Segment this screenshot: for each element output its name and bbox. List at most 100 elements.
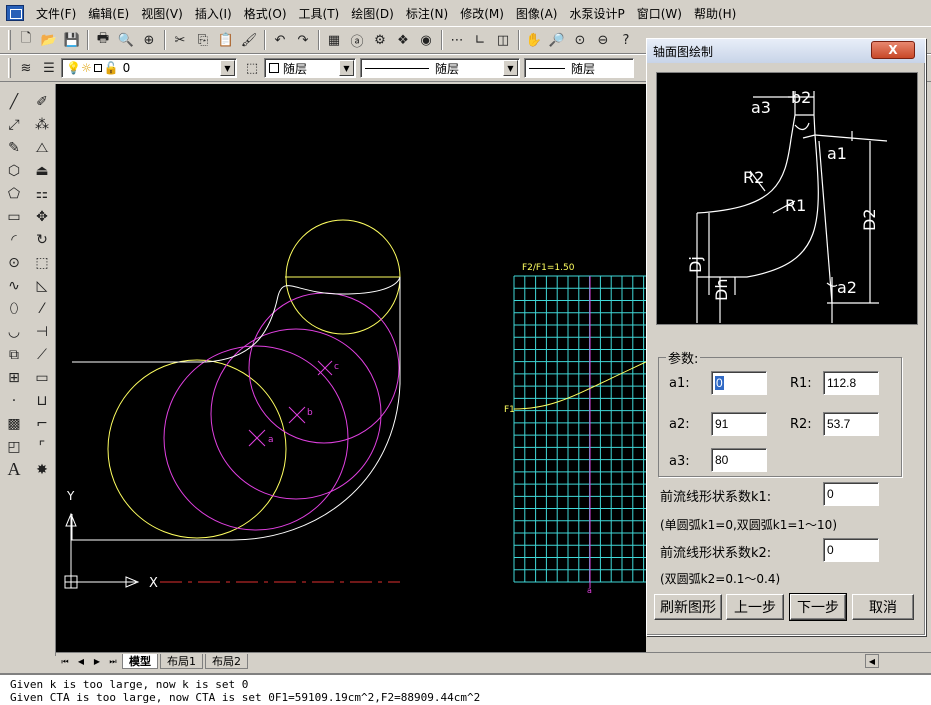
ucs-icon[interactable]: ∟ (469, 29, 491, 51)
cancel-button[interactable]: 取消 (852, 594, 914, 620)
copy-icon[interactable]: ⎘ (192, 29, 214, 51)
tab-layout1[interactable]: 布局1 (160, 654, 203, 669)
copy-object-icon[interactable]: ⁂ (28, 113, 56, 136)
make-current-layer-icon[interactable]: ⬚ (241, 57, 263, 79)
zoom-previous-icon[interactable]: ⊖ (592, 29, 614, 51)
offset-icon[interactable]: ⏏ (28, 159, 56, 182)
menu-file[interactable]: 文件(F) (30, 5, 82, 22)
menu-insert[interactable]: 插入(I) (189, 5, 238, 22)
tab-layout2[interactable]: 布局2 (205, 654, 248, 669)
trim-icon[interactable]: ⁄ (28, 297, 56, 320)
menu-draw[interactable]: 绘图(D) (345, 5, 400, 22)
chevron-down-icon[interactable]: ▼ (339, 60, 354, 76)
menu-modify[interactable]: 修改(M) (454, 5, 510, 22)
polyline-icon[interactable]: ✎ (0, 136, 28, 159)
refresh-button[interactable]: 刷新图形 (654, 594, 722, 620)
chevron-down-icon[interactable]: ▼ (220, 60, 235, 76)
new-file-icon[interactable]: 🗋 (15, 29, 37, 51)
toolbar-grip[interactable] (8, 30, 11, 50)
R2-field[interactable]: 53.7 (823, 412, 879, 436)
rectangle-icon[interactable]: ⬠ (0, 182, 28, 205)
a3-field[interactable]: 80 (711, 448, 767, 472)
arc-icon[interactable]: ▭ (0, 205, 28, 228)
first-tab-icon[interactable]: ⏮ (58, 655, 72, 669)
app-icon[interactable] (6, 5, 24, 21)
construction-line-icon[interactable]: ⤢ (0, 113, 28, 136)
chevron-down-icon[interactable]: ▼ (503, 60, 518, 76)
match-properties-icon[interactable]: 🖌 (238, 29, 260, 51)
polygon-icon[interactable]: ⬡ (0, 159, 28, 182)
tab-model[interactable]: 模型 (122, 654, 158, 669)
paste-icon[interactable]: 📋 (215, 29, 237, 51)
line-icon[interactable]: ╱ (0, 90, 28, 113)
scale-icon[interactable]: ⬚ (28, 251, 56, 274)
break-icon[interactable]: ⟋ (28, 343, 56, 366)
properties-icon[interactable]: ❖ (392, 29, 414, 51)
k2-field[interactable]: 0 (823, 538, 879, 562)
layer-state-icon[interactable]: ☰ (38, 57, 60, 79)
color-select[interactable]: 随层 ▼ (264, 58, 356, 78)
design-center-icon[interactable]: ▦ (323, 29, 345, 51)
print-preview-icon[interactable]: 🔍 (115, 29, 137, 51)
drawing-canvas[interactable]: a b c Y X F2/F1=1.50 F1 a (56, 84, 646, 652)
menu-pump-design[interactable]: 水泵设计P (563, 5, 630, 22)
rotate-icon[interactable]: ↻ (28, 228, 56, 251)
menu-tools[interactable]: 工具(T) (293, 5, 346, 22)
array-icon[interactable]: ⚏ (28, 182, 56, 205)
layer-manager-icon[interactable]: ≋ (15, 57, 37, 79)
k1-field[interactable]: 0 (823, 482, 879, 506)
circle-icon[interactable]: ◜ (0, 228, 28, 251)
undo-icon[interactable]: ↶ (269, 29, 291, 51)
menu-edit[interactable]: 编辑(E) (82, 5, 135, 22)
hatch-icon[interactable]: ▩ (0, 412, 28, 435)
menu-window[interactable]: 窗口(W) (631, 5, 688, 22)
erase-icon[interactable]: ✐ (28, 90, 56, 113)
menu-dimension[interactable]: 标注(N) (400, 5, 454, 22)
join-icon[interactable]: ⊔ (28, 389, 56, 412)
pan-icon[interactable]: ✋ (523, 29, 545, 51)
move-icon[interactable]: ✥ (28, 205, 56, 228)
menu-image[interactable]: 图像(A) (510, 5, 564, 22)
stretch-icon[interactable]: ◺ (28, 274, 56, 297)
save-icon[interactable]: 💾 (61, 29, 83, 51)
menu-view[interactable]: 视图(V) (135, 5, 189, 22)
scroll-left-icon[interactable]: ◀ (865, 654, 879, 668)
open-folder-icon[interactable]: 📂 (38, 29, 60, 51)
menu-help[interactable]: 帮助(H) (688, 5, 742, 22)
chamfer-icon[interactable]: ⌐ (28, 412, 56, 435)
make-block-icon[interactable]: ⊞ (0, 366, 28, 389)
layer-select[interactable]: 💡 ☼ 🔓 0 ▼ (61, 58, 237, 78)
ellipse-icon[interactable]: ⬯ (0, 297, 28, 320)
region-icon[interactable]: ◫ (492, 29, 514, 51)
fillet-icon[interactable]: ⌜ (28, 435, 56, 458)
revision-cloud-icon[interactable]: ⊙ (0, 251, 28, 274)
spline-icon[interactable]: ∿ (0, 274, 28, 297)
text-icon[interactable]: A (0, 458, 28, 481)
publish-icon[interactable]: ⊕ (138, 29, 160, 51)
help-icon[interactable]: ? (615, 29, 637, 51)
close-button[interactable]: X (871, 41, 915, 59)
break-at-point-icon[interactable]: ▭ (28, 366, 56, 389)
a2-field[interactable]: 91 (711, 412, 767, 436)
measure-icon[interactable]: ⋯ (446, 29, 468, 51)
cut-icon[interactable]: ✂ (169, 29, 191, 51)
last-tab-icon[interactable]: ⏭ (106, 655, 120, 669)
zoom-realtime-icon[interactable]: 🔎 (546, 29, 568, 51)
web-icon[interactable]: ⓐ (346, 29, 368, 51)
region-icon[interactable]: ◰ (0, 435, 28, 458)
tool-palette-icon[interactable]: ◉ (415, 29, 437, 51)
print-icon[interactable]: 🖶 (92, 29, 114, 51)
toolbar-grip[interactable] (8, 58, 11, 78)
linetype-select[interactable]: 随层 ▼ (360, 58, 520, 78)
a1-field[interactable]: 0 (711, 371, 767, 395)
zoom-window-icon[interactable]: ⊙ (569, 29, 591, 51)
command-line[interactable]: Given k is too large, now k is set 0 Give… (0, 673, 931, 705)
mirror-icon[interactable]: ⧍ (28, 136, 56, 159)
hyperlink-icon[interactable]: ⚙ (369, 29, 391, 51)
ellipse-arc-icon[interactable]: ◡ (0, 320, 28, 343)
next-step-button[interactable]: 下一步 (789, 593, 847, 621)
previous-step-button[interactable]: 上一步 (726, 594, 784, 620)
next-tab-icon[interactable]: ▶ (90, 655, 104, 669)
redo-icon[interactable]: ↷ (292, 29, 314, 51)
prev-tab-icon[interactable]: ◀ (74, 655, 88, 669)
